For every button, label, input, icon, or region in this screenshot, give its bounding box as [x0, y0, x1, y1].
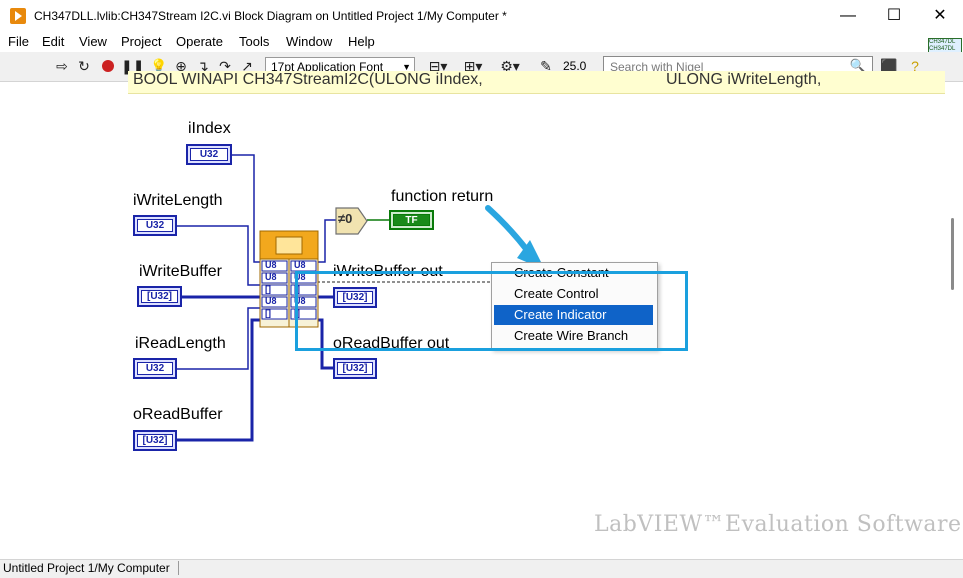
node-row-left-4: U8 [265, 296, 277, 306]
node-row-right-1: U8 [294, 260, 306, 270]
node-left-types: U8 U8 [] U8 [] [265, 259, 277, 319]
annotation-arrow [485, 205, 545, 270]
vertical-scrollbar[interactable] [951, 218, 954, 290]
terminal-oReadBuffer-out[interactable]: [U32] [333, 358, 377, 379]
terminal-iIndex-type: U32 [190, 148, 228, 161]
terminal-iIndex[interactable]: U32 [186, 144, 232, 165]
terminal-oReadBuffer-out-type: [U32] [337, 362, 373, 375]
node-row-left-5: [] [265, 308, 271, 318]
node-row-left-3: [] [265, 284, 271, 294]
label-function-return[interactable]: function return [391, 188, 493, 206]
annotation-highlight-box [295, 271, 688, 351]
terminal-iWriteBuffer-type: [U32] [141, 290, 178, 303]
terminal-iReadLength-type: U32 [137, 362, 173, 375]
compare-symbol: ≠0 [338, 211, 353, 226]
node-row-left-2: U8 [265, 272, 277, 282]
label-iReadLength[interactable]: iReadLength [135, 335, 226, 353]
evaluation-watermark: LabVIEW™Evaluation Software [594, 512, 962, 537]
status-context: Untitled Project 1/My Computer [3, 561, 179, 575]
terminal-function-return[interactable]: TF [389, 210, 434, 230]
terminal-iWriteLength-type: U32 [137, 219, 173, 232]
terminal-iWriteLength[interactable]: U32 [133, 215, 177, 236]
terminal-function-return-type: TF [393, 214, 430, 226]
wire-function-return[interactable] [317, 219, 336, 263]
terminal-oReadBuffer[interactable]: [U32] [133, 430, 177, 451]
node-row-left-1: U8 [265, 260, 277, 270]
label-iIndex[interactable]: iIndex [188, 120, 231, 138]
label-iWriteBuffer[interactable]: iWriteBuffer [139, 263, 222, 281]
terminal-iWriteBuffer[interactable]: [U32] [137, 286, 182, 307]
terminal-iReadLength[interactable]: U32 [133, 358, 177, 379]
status-bar: Untitled Project 1/My Computer [0, 559, 963, 578]
label-iWriteLength[interactable]: iWriteLength [133, 192, 223, 210]
terminal-oReadBuffer-type: [U32] [137, 434, 173, 447]
wire-iIndex[interactable] [232, 154, 261, 263]
label-oReadBuffer[interactable]: oReadBuffer [133, 406, 223, 424]
